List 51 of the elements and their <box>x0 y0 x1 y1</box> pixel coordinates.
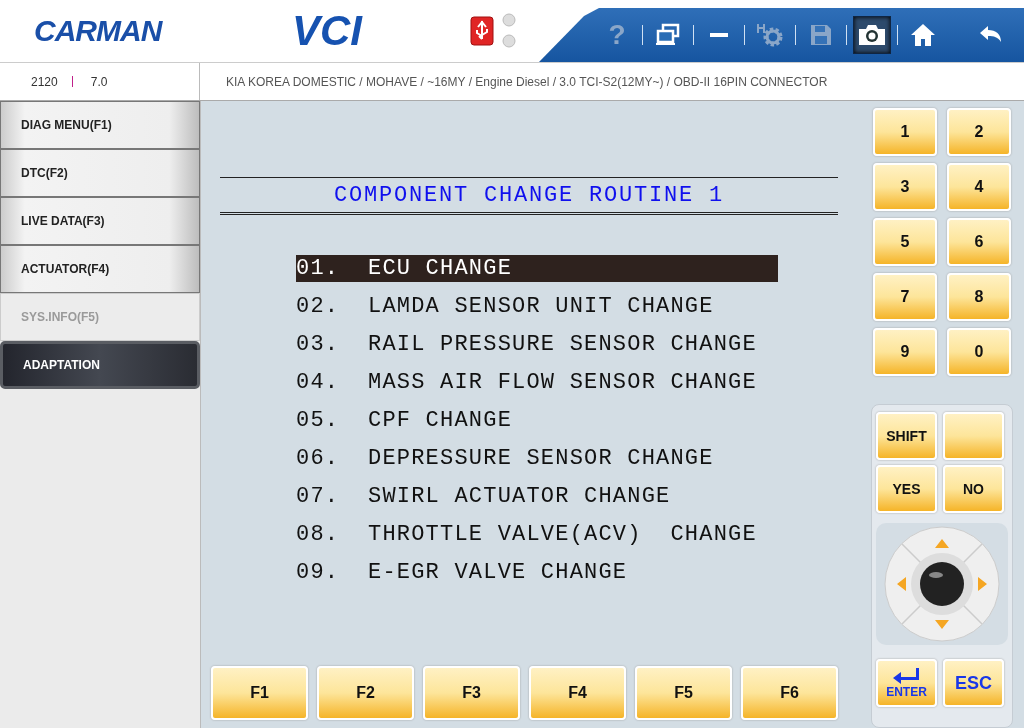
number-key[interactable]: 1 <box>873 108 937 156</box>
version-number: 7.0 <box>90 74 108 89</box>
camera-icon <box>857 23 887 47</box>
function-key[interactable]: F6 <box>741 666 838 720</box>
screen-title: COMPONENT CHANGE ROUTINE 1 <box>333 182 725 208</box>
number-key[interactable]: 6 <box>947 218 1011 266</box>
minimize-icon <box>710 33 728 37</box>
menu-item[interactable]: 05. CPF CHANGE <box>296 407 778 445</box>
number-key[interactable]: 3 <box>873 163 937 211</box>
sidebar-item[interactable]: ADAPTATION <box>0 341 200 389</box>
product-logo: VCI <box>292 7 364 55</box>
number-key[interactable]: 4 <box>947 163 1011 211</box>
menu-item[interactable]: 01. ECU CHANGE <box>296 255 778 282</box>
menu-item[interactable]: 02. LAMDA SENSOR UNIT CHANGE <box>296 293 778 331</box>
number-key[interactable]: 7 <box>873 273 937 321</box>
windows-icon <box>655 23 681 47</box>
menu-item[interactable]: 09. E-EGR VALVE CHANGE <box>296 559 778 597</box>
escape-key[interactable]: ESC <box>943 659 1004 707</box>
status-lights-icon <box>502 13 516 49</box>
number-key[interactable]: 0 <box>947 328 1011 376</box>
menu-item[interactable]: 07. SWIRL ACTUATOR CHANGE <box>296 483 778 521</box>
menu-item[interactable]: 06. DEPRESSURE SENSOR CHANGE <box>296 445 778 483</box>
menu-item[interactable]: 08. THROTTLE VALVE(ACV) CHANGE <box>296 521 778 559</box>
keypad-key[interactable]: NO <box>943 465 1004 513</box>
function-key[interactable]: F3 <box>423 666 520 720</box>
sidebar-item[interactable]: DIAG MENU(F1) <box>0 101 200 149</box>
number-key[interactable]: 5 <box>873 218 937 266</box>
ecu-code: 2120 <box>31 74 58 89</box>
keypad-key[interactable]: YES <box>876 465 937 513</box>
function-key[interactable]: F4 <box>529 666 626 720</box>
number-key[interactable]: 2 <box>947 108 1011 156</box>
function-key[interactable]: F1 <box>211 666 308 720</box>
home-icon <box>909 22 937 48</box>
keypad-key[interactable]: SHIFT <box>876 412 937 460</box>
screenshot-button[interactable] <box>853 16 891 54</box>
function-key[interactable]: F5 <box>635 666 732 720</box>
sidebar-item[interactable]: ACTUATOR(F4) <box>0 245 200 293</box>
enter-arrow-icon <box>891 667 922 685</box>
function-key[interactable]: F2 <box>317 666 414 720</box>
menu-item[interactable]: 03. RAIL PRESSURE SENSOR CHANGE <box>296 331 778 369</box>
vehicle-path: KIA KOREA DOMESTIC / MOHAVE / ~16MY / Engine Diesel / 3.0 TCI-S2(12MY~) / OBD-II 16PIN CONNECTOR <box>225 73 828 91</box>
menu-item[interactable]: 04. MASS AIR FLOW SENSOR CHANGE <box>296 369 778 407</box>
brand-logo: CARMAN <box>34 14 164 48</box>
sidebar-item[interactable]: LIVE DATA(F3) <box>0 197 200 245</box>
number-key[interactable]: 8 <box>947 273 1011 321</box>
usb-icon <box>470 16 494 46</box>
sidebar-item[interactable]: DTC(F2) <box>0 149 200 197</box>
gear-icon <box>755 22 785 48</box>
number-key[interactable]: 9 <box>873 328 937 376</box>
enter-key[interactable]: ENTER <box>876 659 937 707</box>
joystick-dpad[interactable] <box>883 525 1001 643</box>
